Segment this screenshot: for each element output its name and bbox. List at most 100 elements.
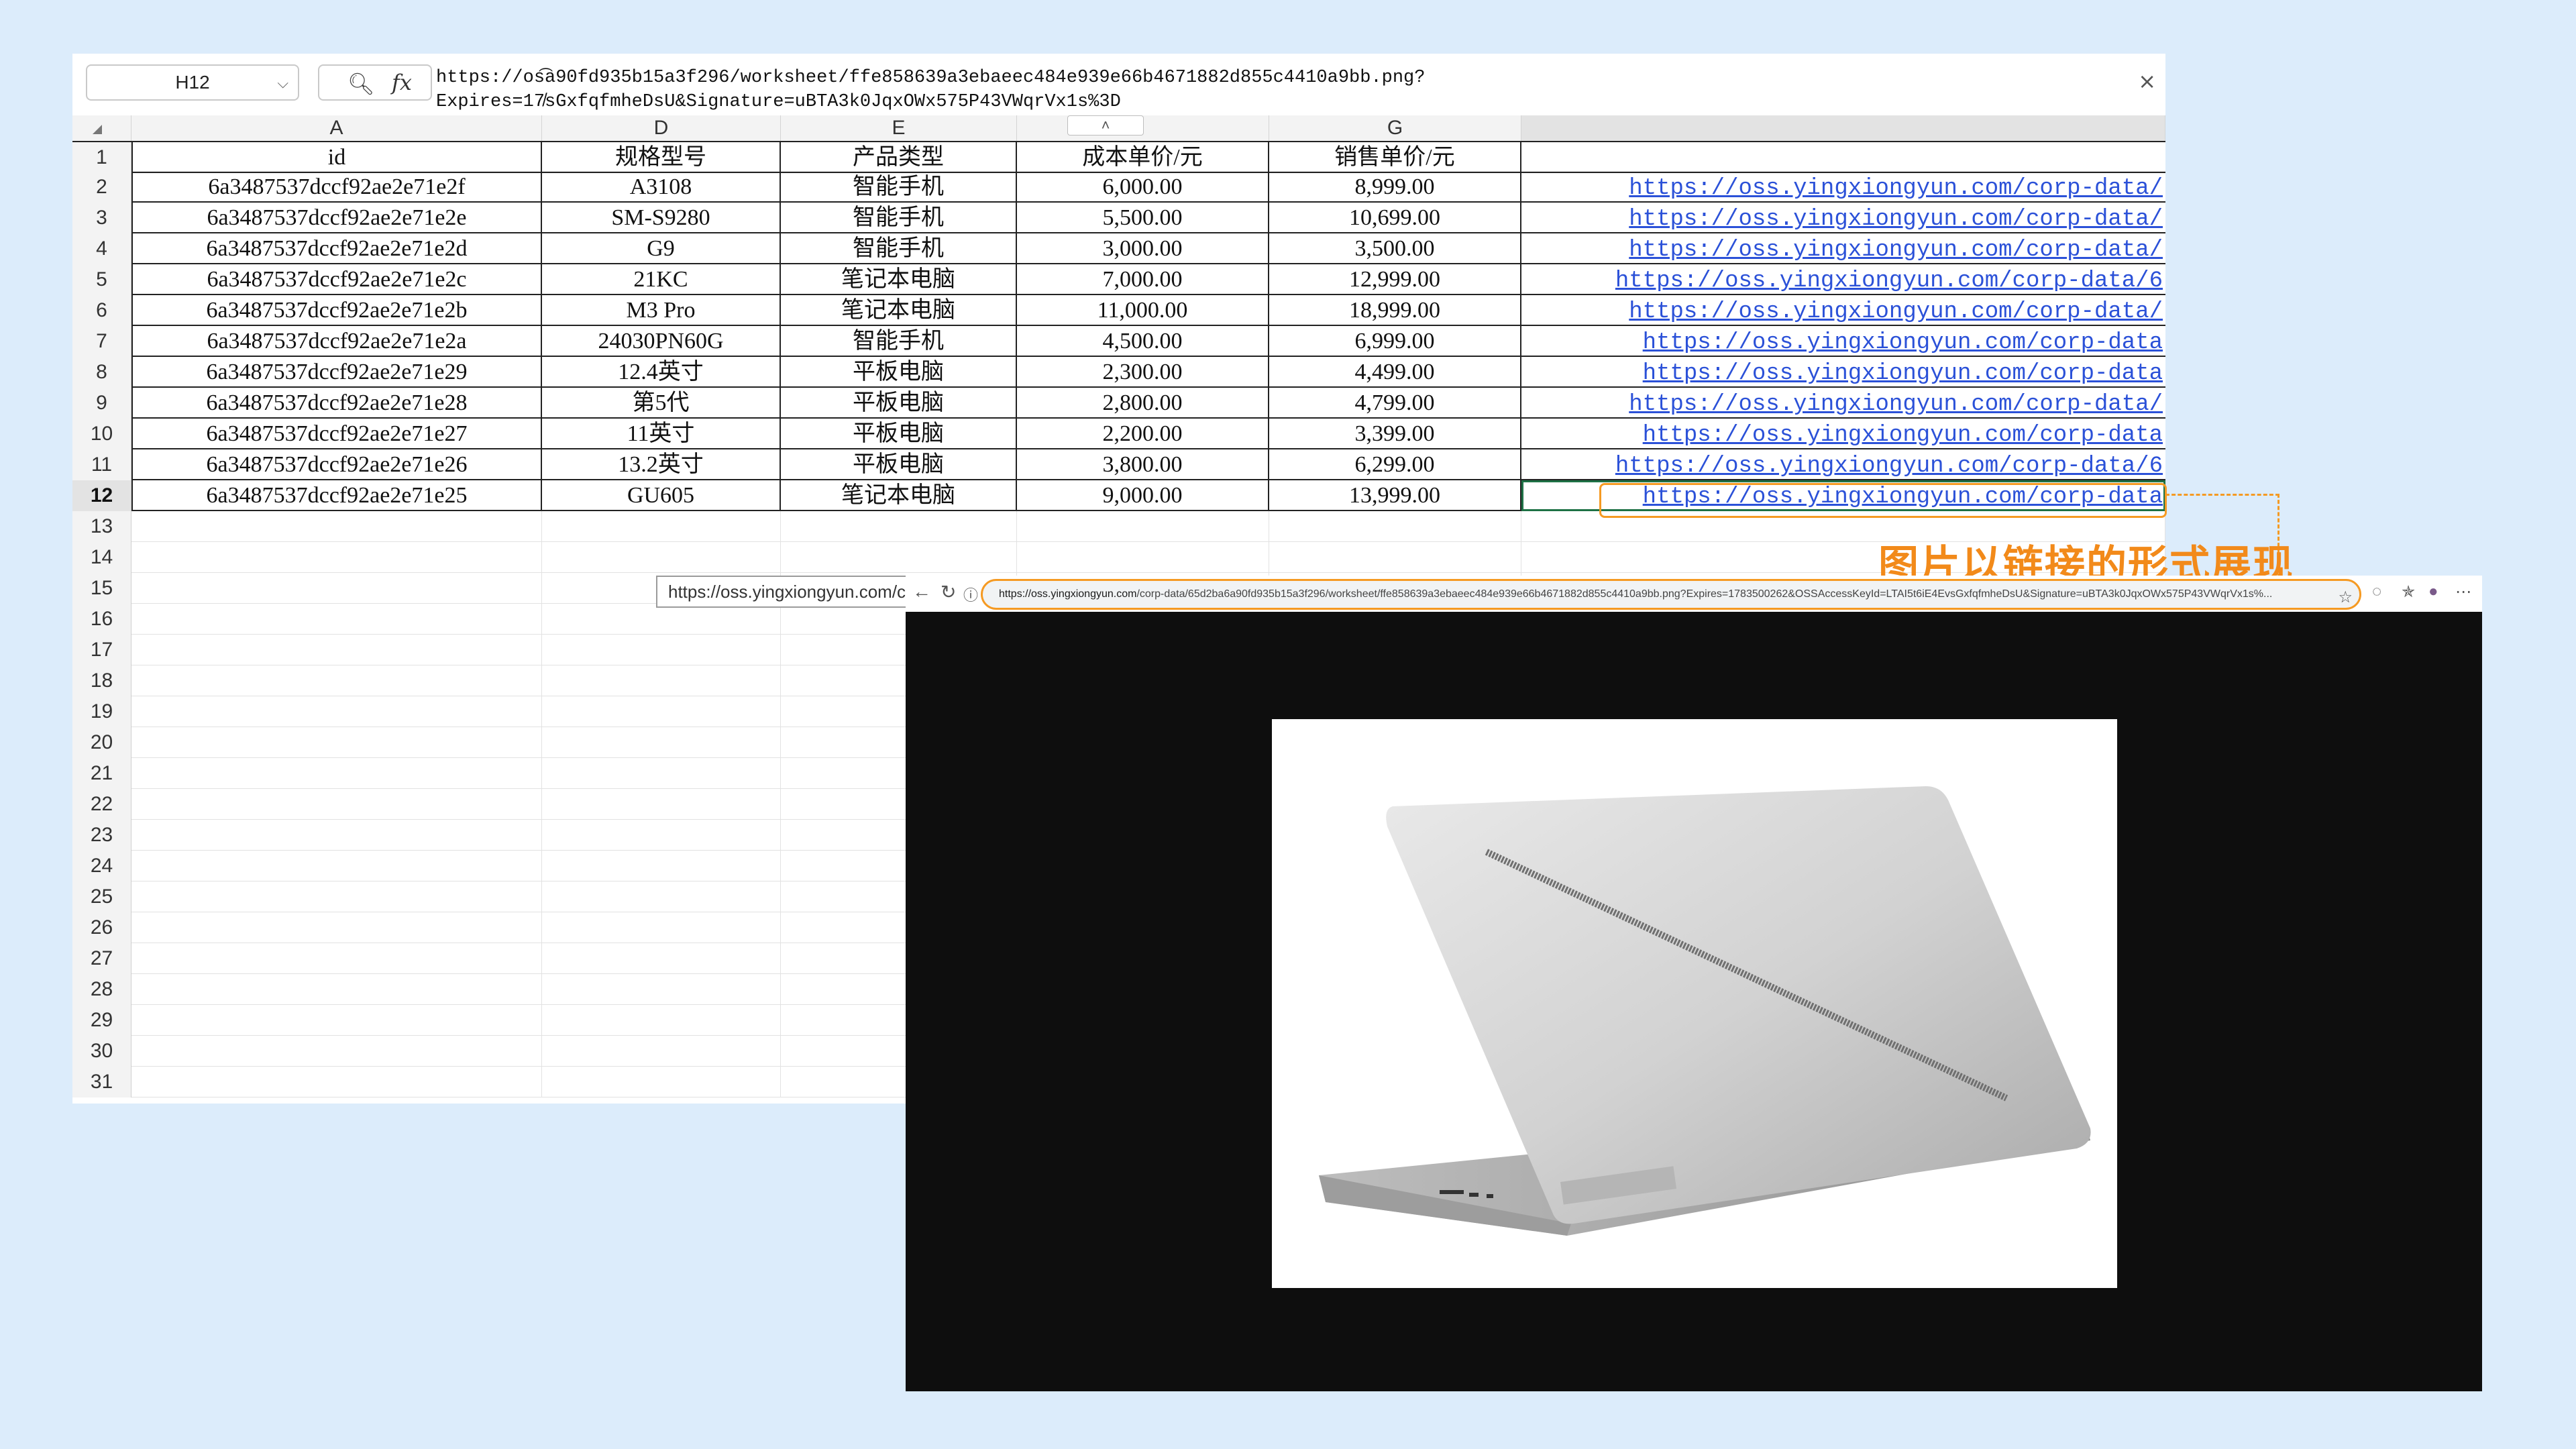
cell-f9[interactable]: 2,800.00 [1017,388,1269,419]
row-number[interactable]: 13 [72,511,131,542]
cell-g9[interactable]: 4,799.00 [1269,388,1521,419]
row-number[interactable]: 1 [72,142,131,173]
cell-a29[interactable] [131,1005,542,1036]
row-number[interactable]: 15 [72,573,131,604]
row-number[interactable]: 19 [72,696,131,727]
cell-g8[interactable]: 4,499.00 [1269,357,1521,388]
cell-d12[interactable]: GU605 [542,480,781,511]
row-number[interactable]: 14 [72,542,131,573]
reload-icon[interactable]: ↻ [941,581,956,603]
cell-g10[interactable]: 3,399.00 [1269,419,1521,449]
cell-f7[interactable]: 4,500.00 [1017,326,1269,357]
cell-f11[interactable]: 3,800.00 [1017,449,1269,480]
row-number[interactable]: 10 [72,419,131,449]
cell-d25[interactable] [542,881,781,912]
row-number[interactable]: 12 [72,480,131,511]
cell-g6[interactable]: 18,999.00 [1269,295,1521,326]
cell-d20[interactable] [542,727,781,758]
cell-h10[interactable]: https://oss.yingxiongyun.com/corp-data [1521,419,2165,449]
row-number[interactable]: 17 [72,635,131,665]
cell-d17[interactable] [542,635,781,665]
cell-d2[interactable]: A3108 [542,172,781,203]
cell-e3[interactable]: 智能手机 [781,203,1017,233]
cell-f4[interactable]: 3,000.00 [1017,233,1269,264]
row-number[interactable]: 2 [72,172,131,203]
close-formula-icon[interactable]: ⨯ [2138,68,2156,94]
cell-f1[interactable]: 成本单价/元 [1017,142,1269,173]
cell-a7[interactable]: 6a3487537dccf92ae2e71e2a [131,326,542,357]
cell-h2[interactable]: https://oss.yingxiongyun.com/corp-data/ [1521,172,2165,203]
cell-f6[interactable]: 11,000.00 [1017,295,1269,326]
column-header-e[interactable]: E [781,115,1017,141]
image-hyperlink[interactable]: https://oss.yingxiongyun.com/corp-data/ [1629,237,2163,263]
cell-h7[interactable]: https://oss.yingxiongyun.com/corp-data [1521,326,2165,357]
cell-f13[interactable] [1017,511,1269,542]
cell-a23[interactable] [131,820,542,851]
cell-f2[interactable]: 6,000.00 [1017,172,1269,203]
cell-a4[interactable]: 6a3487537dccf92ae2e71e2d [131,233,542,264]
cell-g11[interactable]: 6,299.00 [1269,449,1521,480]
cell-f3[interactable]: 5,500.00 [1017,203,1269,233]
image-hyperlink[interactable]: https://oss.yingxiongyun.com/corp-data [1643,330,2163,356]
cell-d5[interactable]: 21KC [542,264,781,295]
row-number[interactable]: 11 [72,449,131,480]
row-number[interactable]: 30 [72,1036,131,1067]
row-number[interactable]: 16 [72,604,131,635]
row-number[interactable]: 28 [72,974,131,1005]
cell-d9[interactable]: 第5代 [542,388,781,419]
cell-a21[interactable] [131,758,542,789]
cell-a13[interactable] [131,511,542,542]
row-number[interactable]: 18 [72,665,131,696]
row-number[interactable]: 6 [72,295,131,326]
row-number[interactable]: 21 [72,758,131,789]
cell-f5[interactable]: 7,000.00 [1017,264,1269,295]
row-number[interactable]: 9 [72,388,131,419]
cell-e11[interactable]: 平板电脑 [781,449,1017,480]
insert-function-icon[interactable]: fx [392,70,412,95]
image-hyperlink[interactable]: https://oss.yingxiongyun.com/corp-data/6 [1615,268,2163,294]
cell-a28[interactable] [131,974,542,1005]
cell-g4[interactable]: 3,500.00 [1269,233,1521,264]
cell-a5[interactable]: 6a3487537dccf92ae2e71e2c [131,264,542,295]
row-number[interactable]: 29 [72,1005,131,1036]
cell-a8[interactable]: 6a3487537dccf92ae2e71e29 [131,357,542,388]
cell-d16[interactable] [542,604,781,635]
cell-g14[interactable] [1269,542,1521,573]
cell-d14[interactable] [542,542,781,573]
cell-h1[interactable] [1521,142,2165,173]
cell-f10[interactable]: 2,200.00 [1017,419,1269,449]
cell-d23[interactable] [542,820,781,851]
cell-h9[interactable]: https://oss.yingxiongyun.com/corp-data/ [1521,388,2165,419]
row-number[interactable]: 3 [72,203,131,233]
corner-header[interactable] [72,115,131,141]
cell-a14[interactable] [131,542,542,573]
cell-h11[interactable]: https://oss.yingxiongyun.com/corp-data/6 [1521,449,2165,480]
row-number[interactable]: 23 [72,820,131,851]
cell-f14[interactable] [1017,542,1269,573]
address-bar[interactable]: https://oss.yingxiongyun.com/corp-data/6… [981,579,2361,610]
cell-d28[interactable] [542,974,781,1005]
cell-f12[interactable]: 9,000.00 [1017,480,1269,511]
cell-a18[interactable] [131,665,542,696]
cell-a25[interactable] [131,881,542,912]
image-hyperlink[interactable]: https://oss.yingxiongyun.com/corp-data [1643,361,2163,386]
cell-a22[interactable] [131,789,542,820]
cell-e7[interactable]: 智能手机 [781,326,1017,357]
favorites-icon[interactable]: ✯ [2402,582,2415,602]
reader-mode-icon[interactable]: ◌ [2372,582,2381,601]
cell-h6[interactable]: https://oss.yingxiongyun.com/corp-data/ [1521,295,2165,326]
profile-avatar-icon[interactable]: ● [2428,582,2438,601]
collapse-formula-button[interactable]: ˄ [1067,115,1144,136]
cell-e8[interactable]: 平板电脑 [781,357,1017,388]
cell-d1[interactable]: 规格型号 [542,142,781,173]
row-number[interactable]: 4 [72,233,131,264]
cell-d13[interactable] [542,511,781,542]
cell-a12[interactable]: 6a3487537dccf92ae2e71e25 [131,480,542,511]
cell-d26[interactable] [542,912,781,943]
cell-a6[interactable]: 6a3487537dccf92ae2e71e2b [131,295,542,326]
cell-d18[interactable] [542,665,781,696]
image-hyperlink[interactable]: https://oss.yingxiongyun.com/corp-data/ [1629,176,2163,201]
cell-d10[interactable]: 11英寸 [542,419,781,449]
cell-a2[interactable]: 6a3487537dccf92ae2e71e2f [131,172,542,203]
cell-d27[interactable] [542,943,781,974]
